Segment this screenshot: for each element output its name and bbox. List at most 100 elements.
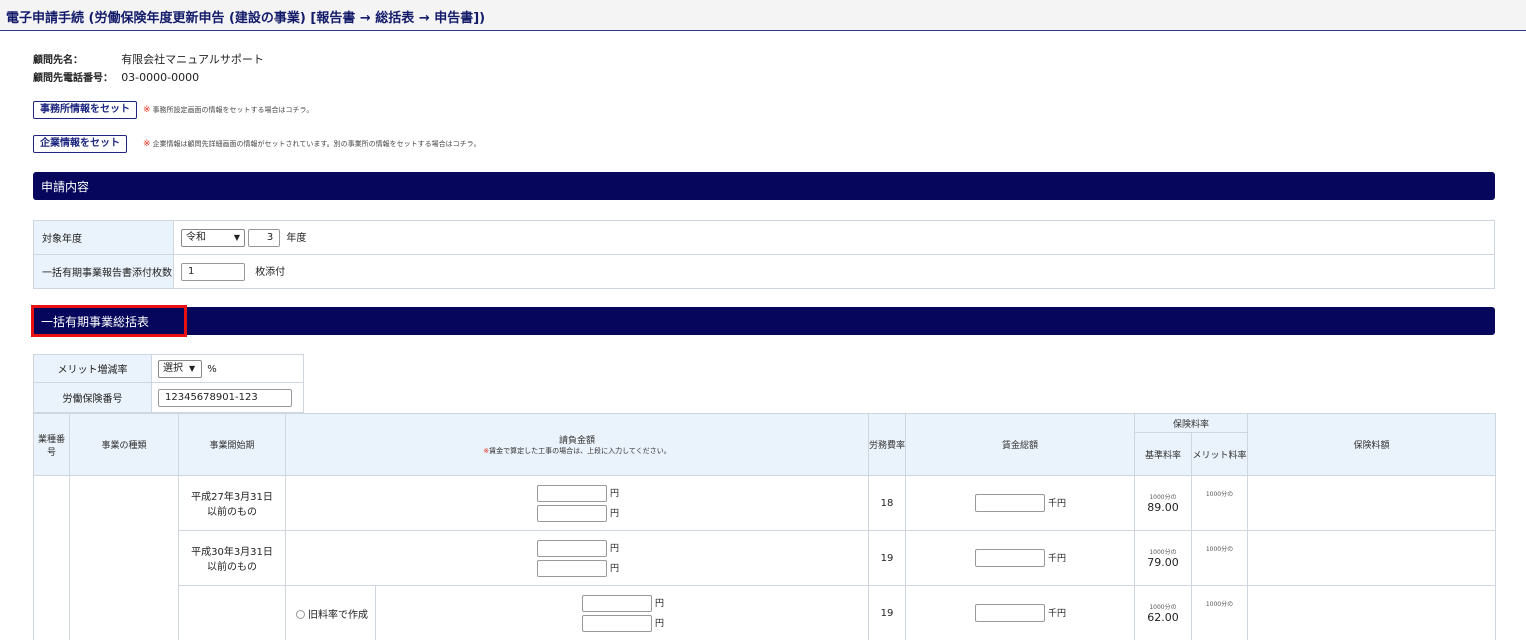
period-cell — [178, 585, 286, 640]
contract-amount-note: ※賃金で算定した工事の場合は、上段に入力してください。 — [483, 447, 671, 455]
period-cell: 平成27年3月31日以前のもの — [178, 475, 286, 531]
contract-amount-cell: 円 円 — [375, 585, 869, 640]
per-mille-label: 1000分の — [1149, 549, 1177, 556]
base-rate-cell: 1000分の 62.00 — [1134, 585, 1192, 640]
contract-amount-top-input[interactable] — [582, 594, 652, 612]
header-contract-amount: 請負金額 ※賃金で算定した工事の場合は、上段に入力してください。 — [285, 413, 869, 476]
set-company-info-button[interactable]: 企業情報をセット — [33, 135, 127, 153]
office-note-text: 事務所設定画面の情報をセットする場合はコチラ。 — [152, 106, 314, 114]
contract-amount-top-input[interactable] — [537, 484, 607, 502]
header-industry-no: 業種番号 — [33, 413, 70, 476]
insurance-number-cell: 12345678901-123 — [151, 382, 304, 413]
yen-unit: 円 — [655, 599, 665, 609]
labor-rate-value: 19 — [868, 585, 906, 640]
merit-rate-unit: % — [207, 363, 217, 375]
base-rate-value: 62.00 — [1147, 611, 1179, 624]
attachment-count-suffix: 枚添付 — [255, 266, 286, 278]
company-note-text: 企業情報は顧問先詳細画面の情報がセットされています。別の事業所の情報をセットする… — [152, 140, 481, 148]
per-mille-label: 1000分の — [1205, 491, 1234, 498]
client-name-value: 有限会社マニュアルサポート — [121, 53, 264, 66]
table-row: 平成27年3月31日以前のもの 円 円 18 千円 1000分の 89.00 10… — [33, 475, 1496, 640]
header-total-wages: 賃金総額 — [905, 413, 1135, 476]
target-year-cell: 令和 ▼ 3 年度 — [173, 220, 1495, 255]
merit-rate-select[interactable]: 選択 ▼ — [158, 359, 202, 378]
client-name-label: 顧問先名： — [33, 55, 83, 66]
chevron-down-icon: ▼ — [233, 232, 240, 242]
thousand-yen-unit: 千円 — [1048, 554, 1067, 564]
old-rate-option-cell: 旧料率で作成 — [285, 585, 376, 640]
highlight-box — [31, 305, 187, 337]
merit-rate-cell: 1000分の — [1191, 530, 1248, 586]
merit-rate-label: メリット増減率 — [33, 354, 152, 383]
base-rate-cell: 1000分の 79.00 — [1134, 530, 1192, 586]
yen-unit: 円 — [610, 509, 620, 519]
merit-rate-cell: 選択 ▼ % — [151, 354, 304, 383]
company-info-note: ※ 企業情報は顧問先詳細画面の情報がセットされています。別の事業所の情報をセットす… — [143, 139, 481, 149]
base-rate-value: 89.00 — [1147, 501, 1179, 514]
header-labor-rate: 労務費率 — [868, 413, 906, 476]
contract-amount-cell: 円 円 — [285, 530, 869, 586]
period-cell: 平成30年3月31日以前のもの — [178, 530, 286, 586]
summary-grid: 業種番号 事業の種類 事業開始期 請負金額 ※賃金で算定した工事の場合は、上段に… — [33, 413, 1496, 640]
business-type-cell — [69, 475, 179, 640]
client-phone-row: 顧問先電話番号： 03-0000-0000 — [33, 69, 199, 84]
premium-cell — [1247, 475, 1496, 531]
labor-rate-value: 19 — [868, 530, 906, 586]
per-mille-label: 1000分の — [1205, 601, 1234, 608]
client-name-row: 顧問先名： 有限会社マニュアルサポート — [33, 51, 264, 67]
note-mark: ※ — [143, 105, 151, 115]
era-select[interactable]: 令和 ▼ — [181, 228, 245, 247]
table-row: 平成30年3月31日以前のもの 円 円 19 千円 1000分の 79.00 10… — [34, 530, 1496, 586]
insurance-number-input[interactable]: 12345678901-123 — [158, 388, 292, 407]
office-info-note: ※ 事務所設定画面の情報をセットする場合はコチラ。 — [143, 105, 313, 115]
page-title: 電子申請手続 (労働保険年度更新申告 (建設の事業) [報告書 → 総括表 → … — [6, 11, 486, 26]
premium-cell — [1247, 530, 1496, 586]
total-wages-input[interactable] — [975, 494, 1045, 512]
title-bar: 電子申請手続 (労働保険年度更新申告 (建設の事業) [報告書 → 総括表 → … — [0, 0, 1526, 31]
attachment-count-label: 一括有期事業報告書添付枚数 — [33, 254, 174, 289]
total-wages-input[interactable] — [975, 549, 1045, 567]
header-insurance-rate: 保険料率 — [1134, 413, 1248, 433]
header-merit-rate: メリット料率 — [1191, 432, 1248, 476]
contract-amount-bottom-input[interactable] — [582, 614, 652, 632]
application-section-header: 申請内容 — [33, 172, 1495, 200]
summary-section-header: 一括有期事業総括表 — [33, 307, 1495, 335]
yen-unit: 円 — [610, 564, 620, 574]
contract-amount-bottom-input[interactable] — [537, 559, 607, 577]
merit-rate-cell: 1000分の — [1191, 585, 1248, 640]
total-wages-input[interactable] — [975, 604, 1045, 622]
target-year-label: 対象年度 — [33, 220, 174, 255]
labor-rate-value: 18 — [868, 475, 906, 531]
yen-unit: 円 — [610, 489, 620, 499]
merit-rate-cell: 1000分の — [1191, 475, 1248, 531]
chevron-down-icon: ▼ — [189, 363, 196, 373]
base-rate-value: 79.00 — [1147, 556, 1179, 569]
contract-amount-top-input[interactable] — [537, 539, 607, 557]
year-input[interactable]: 3 — [248, 228, 281, 247]
base-rate-cell: 1000分の 89.00 — [1134, 475, 1192, 531]
per-mille-label: 1000分の — [1149, 494, 1177, 501]
attachment-count-input[interactable]: 1 — [181, 262, 245, 281]
merit-table: メリット増減率 選択 ▼ % 労働保険番号 12345678901-123 — [33, 354, 304, 413]
set-office-info-button[interactable]: 事務所情報をセット — [33, 101, 137, 119]
header-premium: 保険料額 — [1247, 413, 1496, 476]
per-mille-label: 1000分の — [1205, 546, 1234, 553]
client-phone-label: 顧問先電話番号： — [33, 73, 113, 84]
client-phone-value: 03-0000-0000 — [121, 71, 200, 84]
total-wages-cell: 千円 — [905, 585, 1135, 640]
header-base-rate: 基準料率 — [1134, 432, 1192, 476]
year-suffix: 年度 — [286, 232, 307, 244]
thousand-yen-unit: 千円 — [1048, 499, 1067, 509]
header-start-period: 事業開始期 — [178, 413, 286, 476]
application-table: 対象年度 令和 ▼ 3 年度 一括有期事業報告書添付枚数 1 枚添付 — [33, 220, 1495, 289]
application-section-title: 申請内容 — [41, 180, 90, 194]
note-mark: ※ — [143, 139, 151, 149]
old-rate-label: 旧料率で作成 — [308, 609, 368, 621]
industry-no-cell — [33, 475, 70, 640]
contract-amount-bottom-input[interactable] — [537, 504, 607, 522]
thousand-yen-unit: 千円 — [1048, 609, 1067, 619]
attachment-count-cell: 1 枚添付 — [173, 254, 1495, 289]
total-wages-cell: 千円 — [905, 475, 1135, 531]
old-rate-radio[interactable] — [296, 610, 305, 619]
contract-amount-title: 請負金額 — [558, 436, 595, 446]
